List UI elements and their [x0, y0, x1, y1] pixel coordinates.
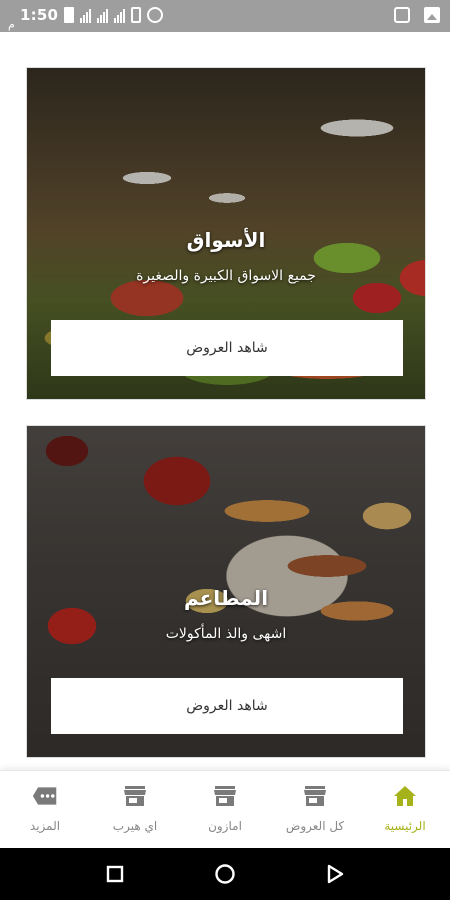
card-subtitle: جميع الاسواق الكبيرة والصغيرة [136, 268, 316, 284]
sim-card-icon [64, 7, 75, 23]
bottom-nav: الرئيسية كل العروض امازون اي هيرب المزيد [0, 770, 450, 848]
nav-item-home[interactable]: الرئيسية [360, 771, 450, 848]
nav-item-iherb[interactable]: اي هيرب [90, 771, 180, 848]
markets-card[interactable]: الأسواق جميع الاسواق الكبيرة والصغيرة شا… [26, 67, 426, 400]
signal-2-icon [97, 7, 109, 23]
store-icon [302, 783, 328, 809]
status-right [394, 7, 440, 23]
offers-list[interactable]: الأسواق جميع الاسواق الكبيرة والصغيرة شا… [0, 32, 450, 770]
status-bar: م 1:50 [0, 0, 450, 32]
vibrate-icon [131, 7, 142, 23]
nav-item-more[interactable]: المزيد [0, 771, 90, 848]
back-button[interactable] [323, 862, 347, 886]
signal-3-icon [114, 7, 126, 23]
view-offers-button[interactable]: شاهد العروض [51, 320, 403, 376]
view-offers-button[interactable]: شاهد العروض [51, 678, 403, 734]
nav-label: الرئيسية [384, 819, 426, 833]
hotspot-icon [147, 7, 164, 23]
recents-button[interactable] [103, 862, 127, 886]
restaurants-card[interactable]: المطاعم اشهى والذ المأكولات شاهد العروض [26, 425, 426, 758]
nav-label: كل العروض [285, 819, 345, 833]
status-time: 1:50 [20, 6, 59, 24]
nav-item-amazon[interactable]: امازون [180, 771, 270, 848]
card-subtitle: اشهى والذ المأكولات [165, 626, 287, 642]
more-icon [32, 783, 58, 809]
home-button[interactable] [213, 862, 237, 886]
nav-label: اي هيرب [112, 819, 158, 833]
nav-label: امازون [208, 819, 242, 833]
card-title: المطاعم [183, 586, 269, 610]
card-title: الأسواق [186, 228, 266, 252]
image-icon [424, 7, 440, 23]
signal-icon [80, 7, 92, 23]
store-icon [122, 783, 148, 809]
store-icon [212, 783, 238, 809]
nav-item-all-offers[interactable]: كل العروض [270, 771, 360, 848]
nav-label: المزيد [29, 819, 61, 833]
status-ampm: م [8, 18, 15, 31]
home-icon [392, 783, 418, 809]
system-nav-bar [0, 848, 450, 900]
status-left: م 1:50 [8, 6, 164, 31]
screenshot-icon [394, 7, 410, 23]
